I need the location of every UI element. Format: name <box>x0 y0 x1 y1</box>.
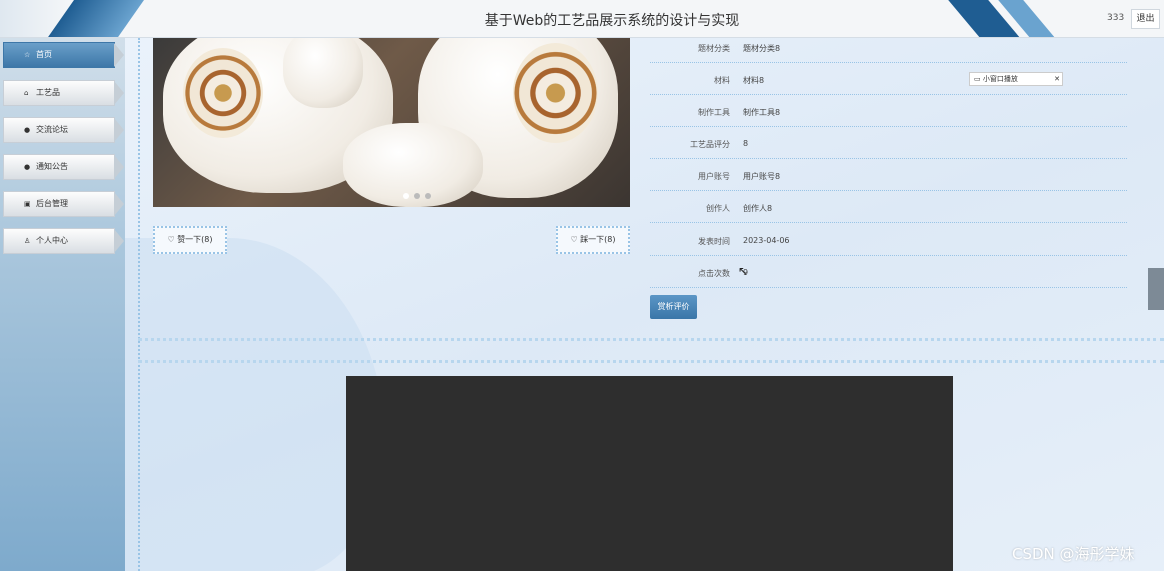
detail-value: 2023-04-06 <box>743 236 790 245</box>
ornament-shape <box>183 48 263 138</box>
detail-label: 点击次数 <box>698 269 730 278</box>
detail-label: 发表时间 <box>698 237 730 246</box>
section-separator <box>138 360 1164 363</box>
user-name: 333 <box>1107 13 1125 23</box>
logout-button[interactable]: 退出 <box>1131 9 1160 29</box>
sidebar-item-label: 工艺品 <box>36 88 60 97</box>
detail-value: 题材分类8 <box>743 44 781 53</box>
detail-row: 用户账号 用户账号8 <box>650 159 1127 191</box>
section-separator <box>138 338 1164 341</box>
detail-label: 制作工具 <box>698 108 730 117</box>
window-icon: ▭ <box>974 75 983 83</box>
video-player[interactable] <box>346 376 953 571</box>
product-image-carousel[interactable] <box>153 38 630 207</box>
sidebar-item-crafts[interactable]: ⌂ 工艺品 <box>3 80 124 106</box>
carousel-indicators[interactable] <box>403 192 436 202</box>
sidebar-item-label: 通知公告 <box>36 162 68 171</box>
detail-label: 创作人 <box>706 204 730 213</box>
figurine-shape <box>283 38 363 108</box>
detail-row: 题材分类 题材分类8 <box>650 38 1127 63</box>
dislike-label: 踩一下(8) <box>580 235 616 244</box>
close-icon[interactable]: ✕ <box>1054 73 1060 85</box>
detail-label: 用户账号 <box>698 172 730 181</box>
sidebar-item-notices[interactable]: ● 通知公告 <box>3 154 124 180</box>
sidebar-item-profile[interactable]: ♙ 个人中心 <box>3 228 124 254</box>
detail-value: 8 <box>743 139 749 148</box>
sidebar-item-admin[interactable]: ▣ 后台管理 <box>3 191 124 217</box>
ornament-shape <box>513 43 598 143</box>
sidebar-item-label: 首页 <box>36 50 52 59</box>
info-icon: ● <box>24 163 31 171</box>
mini-window-button[interactable]: ▭ 小窗口播放 ✕ <box>969 72 1063 86</box>
sidebar-item-home[interactable]: ☆ 首页 <box>3 42 124 68</box>
detail-value: 创作人8 <box>743 204 773 213</box>
user-icon: ♙ <box>24 237 31 245</box>
sidebar-item-label: 后台管理 <box>36 199 68 208</box>
side-handle[interactable] <box>1148 268 1164 310</box>
briefcase-icon: ▣ <box>24 200 31 208</box>
like-label: 赞一下(8) <box>177 235 213 244</box>
detail-value: 制作工具8 <box>743 108 781 117</box>
bag-icon: ⌂ <box>24 89 29 97</box>
divider <box>138 38 140 571</box>
detail-value: 材料8 <box>743 76 765 85</box>
page-title: 基于Web的工艺品展示系统的设计与实现 <box>484 13 740 29</box>
detail-row: 创作人 创作人8 <box>650 191 1127 223</box>
watermark: CSDN @海彤学妹 <box>1012 545 1135 563</box>
detail-row: 点击次数 9 <box>650 256 1127 288</box>
detail-label: 材料 <box>714 76 730 85</box>
mini-window-label: 小窗口播放 <box>982 75 1018 83</box>
star-icon: ☆ <box>24 51 31 59</box>
detail-label: 工艺品评分 <box>690 140 730 149</box>
like-button[interactable]: ♡ 赞一下(8) <box>153 226 227 254</box>
mouse-cursor-icon: ↖ <box>738 264 749 278</box>
info-icon: ● <box>24 126 31 134</box>
sidebar-item-forum[interactable]: ● 交流论坛 <box>3 117 124 143</box>
detail-label: 题材分类 <box>698 44 730 53</box>
thumbs-down-icon: ♡ <box>570 235 581 244</box>
dislike-button[interactable]: ♡ 踩一下(8) <box>556 226 630 254</box>
sidebar: ☆ 首页 ⌂ 工艺品 ● 交流论坛 ● 通知公告 ▣ 后台管理 ♙ 个人中心 <box>0 38 125 571</box>
detail-row: 发表时间 2023-04-06 <box>650 224 1127 256</box>
detail-row: 工艺品评分 8 <box>650 127 1127 159</box>
thumbs-up-icon: ♡ <box>167 235 178 244</box>
sidebar-item-label: 个人中心 <box>36 236 68 245</box>
detail-row: 制作工具 制作工具8 <box>650 95 1127 127</box>
detail-value: 用户账号8 <box>743 172 781 181</box>
sidebar-item-label: 交流论坛 <box>36 125 68 134</box>
review-button[interactable]: 赏析评价 <box>650 295 697 319</box>
main-content: ♡ 赞一下(8) ♡ 踩一下(8) 题材分类 题材分类8 材料 材料8 制作工具… <box>125 38 1164 571</box>
top-bar: 基于Web的工艺品展示系统的设计与实现 333 退出 <box>0 0 1164 38</box>
